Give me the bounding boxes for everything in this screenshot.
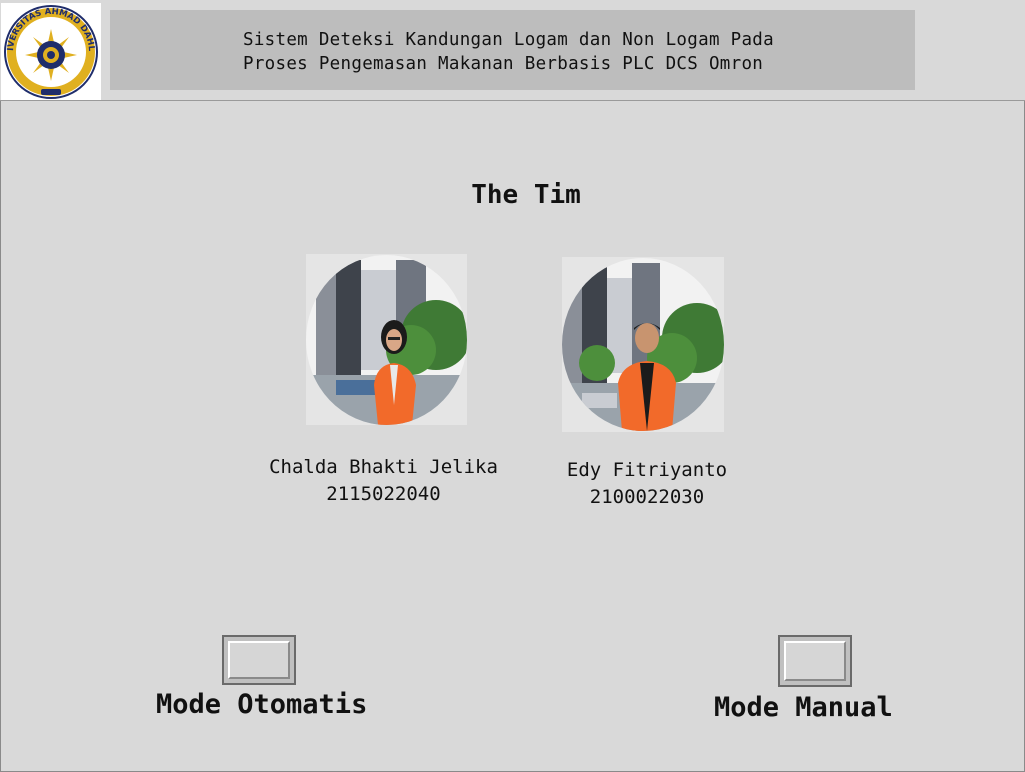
member-photo-2 [562, 258, 724, 431]
university-logo-icon: UNIVERSITAS AHMAD DAHLAN [0, 0, 98, 99]
team-heading: The Tim [471, 180, 581, 210]
member-name-1: Chalda Bhakti Jelika [269, 456, 498, 478]
mode-otomatis-button-face[interactable] [228, 641, 290, 679]
mode-otomatis-button[interactable] [222, 635, 296, 685]
member-2-portrait-icon [562, 258, 724, 431]
title-line-2: Proses Pengemasan Makanan Berbasis PLC D… [243, 54, 764, 74]
member-id-1: 2115022040 [326, 483, 441, 505]
member-photo-1 [306, 255, 467, 425]
header-bar: UNIVERSITAS AHMAD DAHLAN [0, 0, 1025, 101]
mode-manual-button[interactable] [778, 635, 852, 687]
university-logo: UNIVERSITAS AHMAD DAHLAN [0, 0, 101, 100]
member-1-portrait-icon [306, 255, 467, 425]
hmi-window-frame [0, 0, 1025, 772]
mode-manual-button-face[interactable] [784, 641, 846, 681]
title-line-1: Sistem Deteksi Kandungan Logam dan Non L… [243, 30, 774, 50]
title-box: Sistem Deteksi Kandungan Logam dan Non L… [110, 10, 915, 90]
mode-otomatis-label: Mode Otomatis [156, 689, 368, 720]
member-name-2: Edy Fitriyanto [566, 459, 728, 481]
member-id-2: 2100022030 [589, 486, 705, 508]
mode-manual-label: Mode Manual [714, 692, 893, 723]
